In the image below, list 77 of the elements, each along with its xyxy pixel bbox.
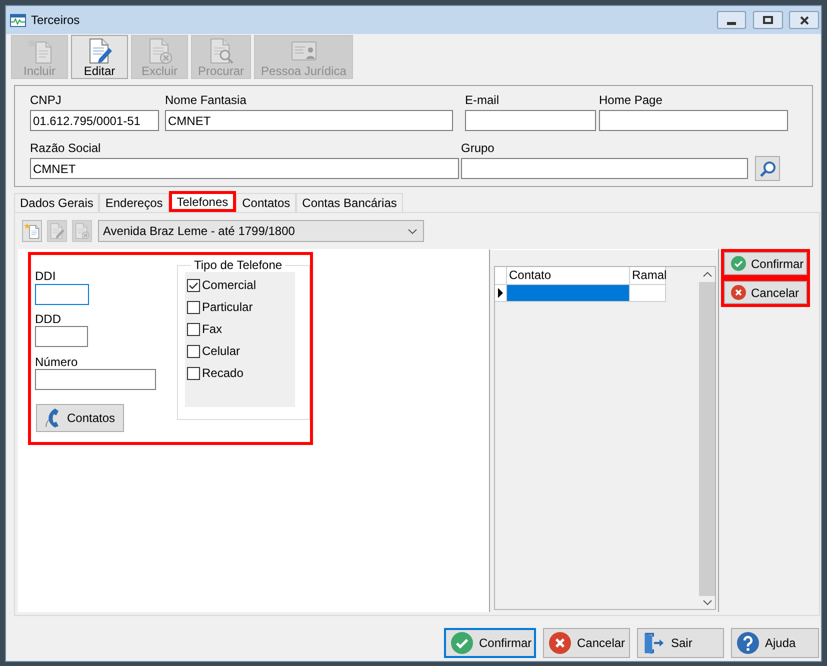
text-field[interactable] <box>35 284 89 305</box>
tab[interactable]: Contas Bancárias <box>296 193 403 212</box>
tab[interactable]: Telefones <box>168 191 236 212</box>
field-label: DDD <box>35 312 61 326</box>
contacts-button[interactable]: Contatos <box>36 404 124 432</box>
checkbox[interactable] <box>187 278 200 292</box>
cancel-button[interactable]: Cancelar <box>724 281 807 304</box>
text-field[interactable]: CMNET <box>165 110 453 131</box>
x-circle-icon <box>731 285 746 300</box>
cancel-button[interactable]: Cancelar <box>543 628 630 658</box>
checkbox-label[interactable]: Recado <box>202 366 244 380</box>
table-cell[interactable] <box>630 285 666 302</box>
checkbox[interactable] <box>187 344 200 358</box>
tab[interactable]: Dados Gerais <box>14 193 100 212</box>
toolbar-button[interactable] <box>22 220 42 242</box>
current-row-icon <box>498 288 503 298</box>
checkbox[interactable] <box>187 366 200 380</box>
pencil-document-icon <box>86 38 112 64</box>
tab[interactable]: Endereços <box>99 193 169 212</box>
field-label: E-mail <box>465 93 500 109</box>
app-icon <box>10 14 26 26</box>
text-field[interactable]: CMNET <box>30 158 459 179</box>
phone-icon <box>45 408 59 428</box>
address-dropdown[interactable]: Avenida Braz Leme - até 1799/1800 <box>98 220 424 242</box>
close-icon <box>800 16 808 24</box>
check-circle-icon <box>451 632 473 654</box>
help-button[interactable]: Ajuda <box>731 628 819 658</box>
minimize-icon <box>727 22 736 24</box>
minimize-button[interactable] <box>717 11 746 29</box>
check-circle-icon <box>731 256 746 271</box>
field-label: Número <box>35 355 78 369</box>
scroll-down-icon <box>702 600 712 605</box>
column-header[interactable]: Ramal <box>630 267 666 285</box>
x-document-icon <box>74 223 90 239</box>
confirm-button[interactable]: Confirmar <box>444 628 536 658</box>
chevron-down-icon <box>408 228 417 234</box>
door-arrow-icon <box>643 632 665 654</box>
search-button[interactable] <box>755 156 780 181</box>
maximize-button[interactable] <box>753 11 783 29</box>
maximize-icon <box>763 16 773 24</box>
text-field[interactable] <box>465 110 596 131</box>
checkbox-label[interactable]: Fax <box>202 322 222 336</box>
column-header[interactable]: Contato <box>507 267 630 285</box>
text-field[interactable] <box>599 110 788 131</box>
toolbar-button[interactable]: Editar <box>71 35 128 79</box>
close-button[interactable] <box>789 11 819 29</box>
window-title: Terceiros <box>31 13 80 27</box>
field-label: Grupo <box>461 141 494 157</box>
scroll-up-icon <box>702 272 712 277</box>
field-label: Nome Fantasia <box>165 93 246 109</box>
sparkle-document-icon <box>26 38 52 64</box>
field-label: Home Page <box>599 93 662 109</box>
sparkle-document-icon <box>24 223 40 239</box>
confirm-button[interactable]: Confirmar <box>724 252 807 275</box>
checkmark-icon <box>189 282 198 288</box>
text-field[interactable] <box>461 158 748 179</box>
checkbox-label[interactable]: Celular <box>202 344 240 358</box>
help-icon <box>737 632 759 654</box>
magnifier-document-icon <box>208 38 234 64</box>
checkbox-label[interactable]: Particular <box>202 300 253 314</box>
checkbox-label[interactable]: Comercial <box>202 278 256 292</box>
exit-button[interactable]: Sair <box>637 628 724 658</box>
search-icon <box>760 160 776 176</box>
text-field[interactable] <box>35 369 156 390</box>
group-title: Tipo de Telefone <box>193 258 284 272</box>
text-field[interactable] <box>35 326 88 347</box>
table-cell[interactable] <box>507 285 630 302</box>
field-label: CNPJ <box>30 93 62 109</box>
field-label: DDI <box>35 269 56 283</box>
field-label: Razão Social <box>30 141 101 157</box>
checkbox[interactable] <box>187 322 200 336</box>
tab[interactable]: Contatos <box>236 193 296 212</box>
x-document-icon <box>146 38 172 64</box>
text-field[interactable]: 01.612.795/0001-51 <box>30 110 159 131</box>
x-circle-icon <box>549 632 571 654</box>
checkbox[interactable] <box>187 300 200 314</box>
pencil-document-icon <box>49 223 65 239</box>
